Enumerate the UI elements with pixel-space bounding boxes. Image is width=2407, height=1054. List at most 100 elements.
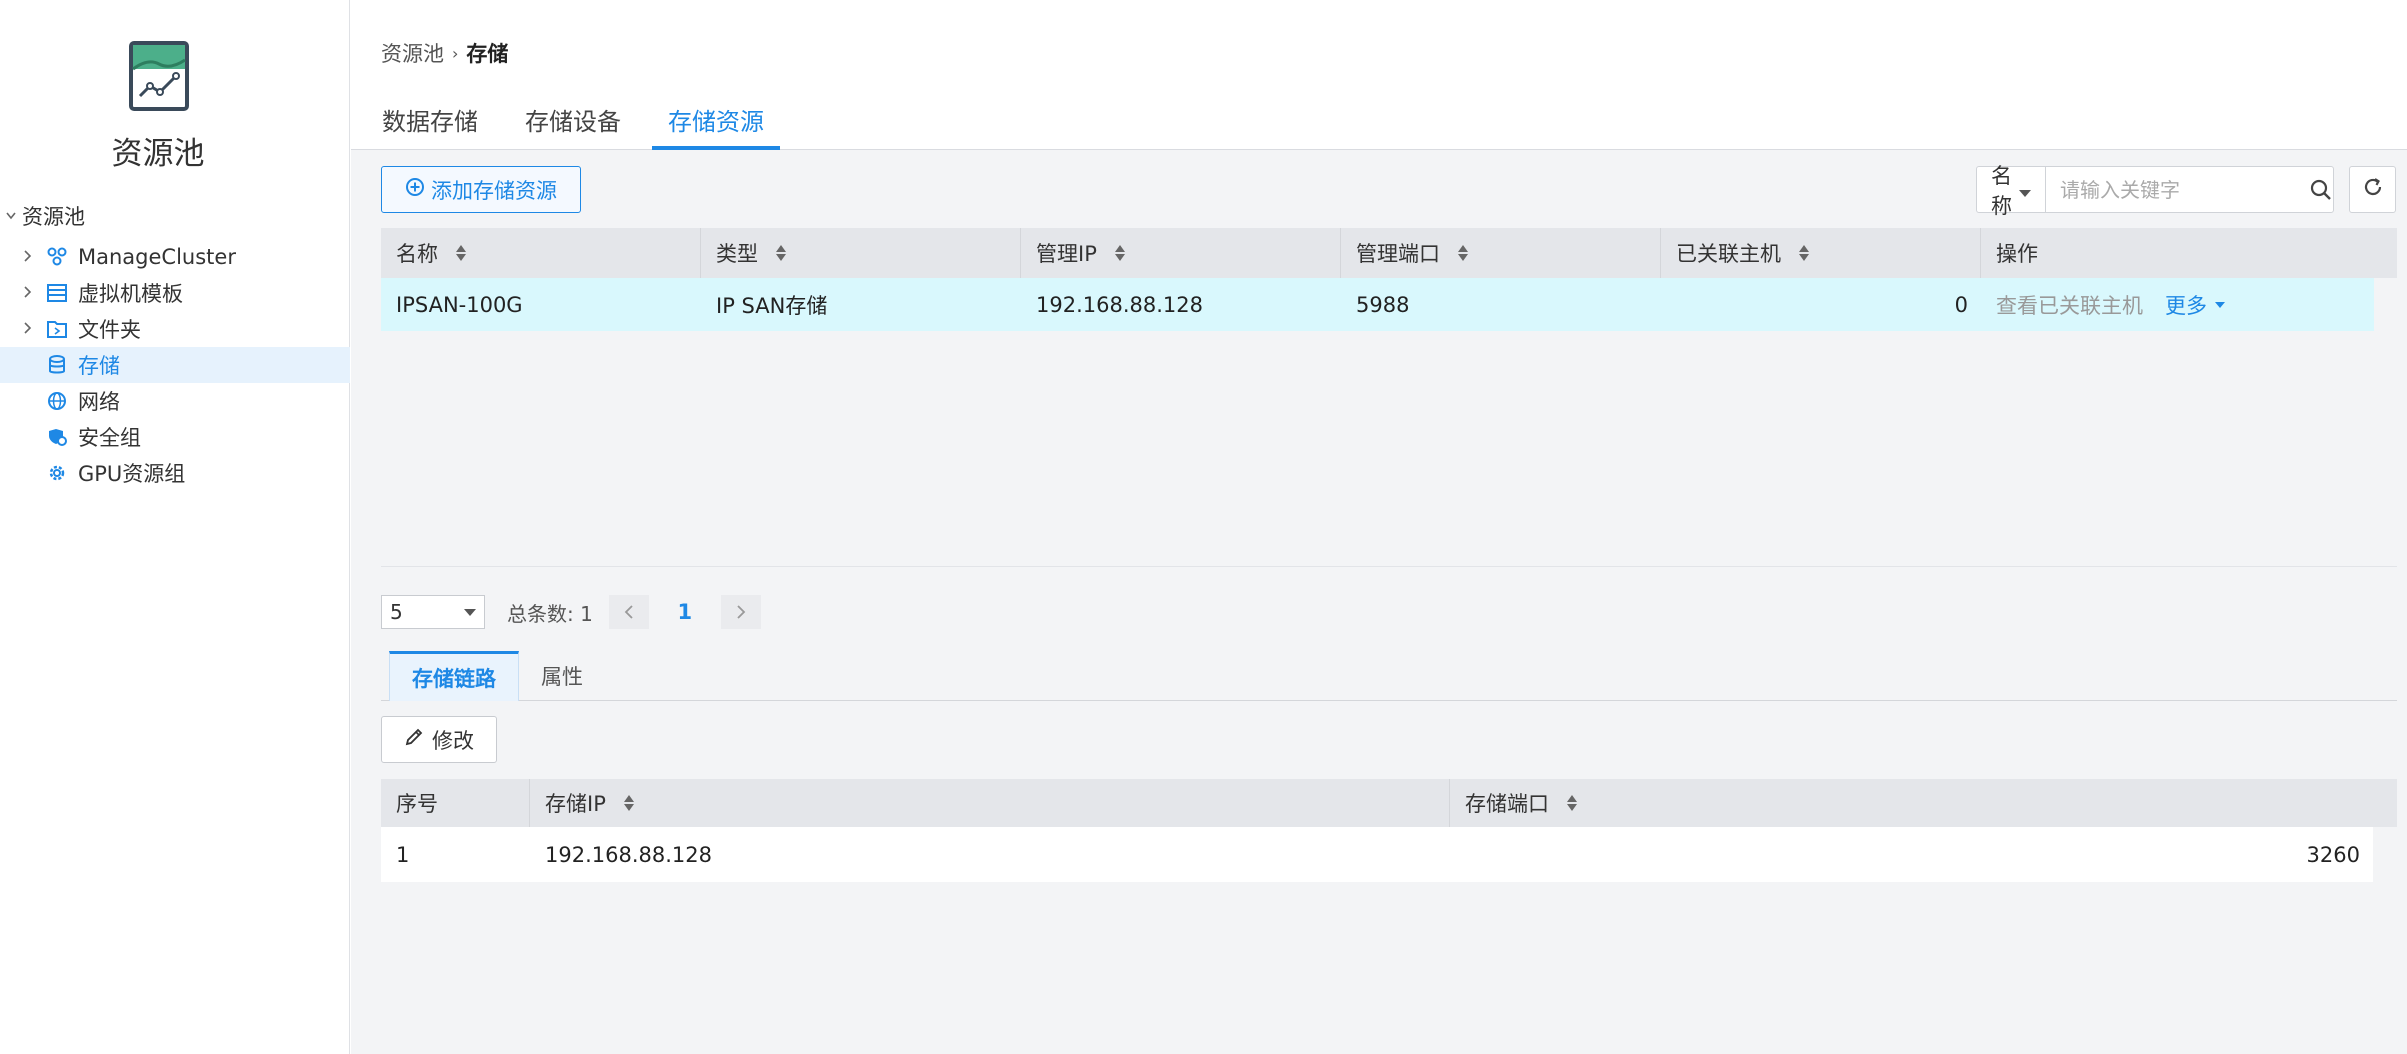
sidebar-item-gpu-group[interactable]: GPU资源组: [0, 455, 350, 491]
template-icon: [44, 282, 70, 304]
column-header-label: 名称: [396, 242, 438, 266]
resource-pool-logo-icon: [128, 40, 190, 112]
sidebar-item-network[interactable]: 网络: [0, 383, 350, 419]
sort-icon[interactable]: [1567, 794, 1577, 812]
view-linked-hosts-link[interactable]: 查看已关联主机: [1996, 290, 2143, 320]
sidebar-item-label: GPU资源组: [78, 462, 186, 486]
caret-down-icon: [2019, 178, 2031, 202]
breadcrumb-item-current: 存储: [466, 42, 509, 66]
tab-storage-resource[interactable]: 存储资源: [652, 104, 780, 150]
column-header-storage-ip[interactable]: 存储IP: [530, 779, 1450, 827]
add-storage-resource-button[interactable]: 添加存储资源: [381, 166, 581, 213]
more-label: 更多: [2165, 293, 2207, 318]
sort-icon[interactable]: [1799, 244, 1809, 262]
tab-storage-link[interactable]: 存储链路: [389, 651, 519, 701]
storage-link-table: 序号 存储IP 存储端口 1 192.168.88.128 3260: [381, 779, 2397, 882]
search-icon[interactable]: [2309, 178, 2333, 202]
column-header-linked-hosts[interactable]: 已关联主机: [1661, 228, 1981, 278]
sidebar-item-folder[interactable]: 文件夹: [0, 311, 350, 347]
sidebar-item-label: 网络: [78, 390, 120, 414]
prev-page-button[interactable]: [608, 595, 649, 629]
cell-mgmt-port: 5988: [1356, 292, 1410, 317]
folder-icon: [44, 318, 70, 340]
caret-down-icon: [464, 608, 476, 616]
sort-icon[interactable]: [1114, 244, 1125, 262]
cell-mgmt-ip: 192.168.88.128: [1036, 292, 1203, 317]
column-header-index: 序号: [381, 779, 530, 827]
plus-circle-icon: [405, 177, 425, 202]
sidebar-item-label: 存储: [78, 354, 120, 378]
pagination: 5 总条数: 1 1: [381, 595, 761, 629]
column-header-mgmt-ip[interactable]: 管理IP: [1021, 228, 1341, 278]
table-header: 序号 存储IP 存储端口: [381, 779, 2397, 827]
cell-storage-port: 3260: [2306, 842, 2360, 867]
cell-index: 1: [396, 842, 410, 867]
sort-icon[interactable]: [776, 244, 786, 262]
sort-icon[interactable]: [1458, 244, 1468, 262]
sidebar-item-security-group[interactable]: 安全组: [0, 419, 350, 455]
chevron-right-icon: [737, 605, 746, 619]
sort-icon[interactable]: [456, 244, 466, 262]
page-size-value: 5: [390, 600, 403, 624]
sidebar-title: 资源池: [111, 136, 205, 172]
sidebar-item-storage[interactable]: 存储: [0, 347, 350, 383]
search-input[interactable]: [2046, 177, 2309, 202]
column-header-storage-port[interactable]: 存储端口: [1450, 779, 2397, 827]
main-panel: 资源池 › 存储 数据存储 存储设备 存储资源 添加存储资源 名称 请输入关键字…: [351, 0, 2407, 1054]
sidebar-item-label: 安全组: [78, 426, 141, 450]
sidebar: 资源池 资源池 ManageCluster 虚拟机模板 文件夹 存储 网络 安全…: [0, 0, 350, 1054]
refresh-icon: [2361, 175, 2385, 204]
cell-type: IP SAN存储: [716, 293, 828, 318]
detail-tabs: 存储链路 属性: [381, 651, 2397, 701]
column-header-label: 序号: [396, 792, 438, 816]
table-row[interactable]: 1 192.168.88.128 3260: [381, 827, 2373, 882]
main-tabs: 数据存储 存储设备 存储资源: [366, 104, 795, 150]
next-page-button[interactable]: [720, 595, 761, 629]
search-field-select[interactable]: 名称: [1977, 164, 2046, 218]
chevron-right-icon[interactable]: [22, 283, 44, 304]
table-row[interactable]: IPSAN-100G IP SAN存储 192.168.88.128 5988 …: [381, 278, 2374, 331]
edit-label: 修改: [432, 728, 474, 753]
cell-name: IPSAN-100G: [396, 292, 523, 317]
breadcrumb-separator-icon: ›: [452, 43, 459, 63]
column-header-label: 管理端口: [1356, 242, 1440, 266]
caret-down-icon: [2215, 301, 2225, 308]
refresh-button[interactable]: [2349, 166, 2396, 213]
column-header-label: 类型: [716, 242, 758, 266]
sidebar-item-label: ManageCluster: [78, 245, 236, 269]
table-empty-area: [381, 331, 2397, 567]
search-field-value: 名称: [1991, 163, 2012, 218]
column-header-label: 存储端口: [1465, 792, 1549, 816]
chevron-right-icon[interactable]: [22, 247, 44, 268]
sidebar-item-label: 虚拟机模板: [78, 282, 183, 306]
storage-resource-table: 名称 类型 管理IP 管理端口 已关联主机 操作 IPSAN-100G IP S…: [381, 228, 2397, 567]
more-dropdown[interactable]: 更多: [2165, 290, 2225, 320]
column-header-mgmt-port[interactable]: 管理端口: [1341, 228, 1661, 278]
cell-storage-ip: 192.168.88.128: [545, 842, 712, 867]
chevron-right-icon[interactable]: [22, 319, 44, 340]
column-header-name[interactable]: 名称: [381, 228, 701, 278]
tree-root-resource-pool[interactable]: 资源池: [0, 198, 85, 234]
page-size-select[interactable]: 5: [381, 595, 485, 629]
cell-actions: 查看已关联主机 更多: [1981, 278, 2374, 331]
breadcrumb: 资源池 › 存储: [381, 38, 508, 68]
column-header-actions: 操作: [1981, 228, 2397, 278]
breadcrumb-item-resource-pool[interactable]: 资源池: [381, 38, 444, 68]
main-header: 资源池 › 存储 数据存储 存储设备 存储资源: [351, 0, 2407, 150]
column-header-label: 已关联主机: [1676, 242, 1781, 266]
edit-button[interactable]: 修改: [381, 716, 497, 763]
pencil-icon: [404, 727, 424, 752]
sort-icon[interactable]: [623, 794, 634, 812]
column-header-type[interactable]: 类型: [701, 228, 1021, 278]
column-header-label: 存储IP: [545, 792, 606, 816]
tab-data-storage[interactable]: 数据存储: [366, 104, 494, 150]
sidebar-item-vm-template[interactable]: 虚拟机模板: [0, 275, 350, 311]
tab-storage-device[interactable]: 存储设备: [509, 104, 637, 150]
chevron-down-icon[interactable]: [0, 207, 22, 226]
cluster-icon: [44, 246, 70, 268]
security-group-icon: [44, 426, 70, 448]
gpu-icon: [44, 462, 70, 484]
page-number-current[interactable]: 1: [665, 595, 705, 629]
sidebar-item-managecluster[interactable]: ManageCluster: [0, 239, 350, 275]
tab-properties[interactable]: 属性: [519, 651, 605, 701]
